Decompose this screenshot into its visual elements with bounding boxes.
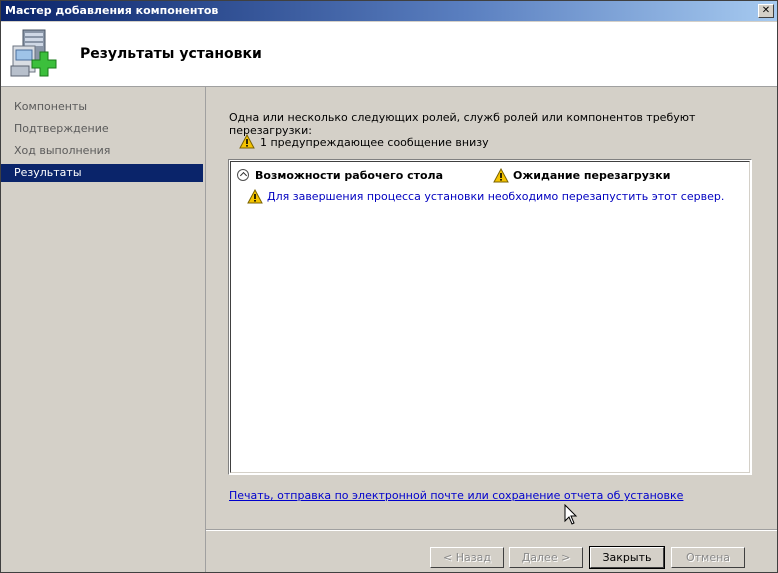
next-button[interactable]: Далее > [509,547,583,568]
sidebar-item-components[interactable]: Компоненты [1,98,203,116]
report-link[interactable]: Печать, отправка по электронной почте ил… [229,489,683,502]
component-name: Возможности рабочего стола [255,169,444,182]
wizard-content: Одна или несколько следующих ролей, служ… [206,87,777,572]
back-button[interactable]: < Назад [430,547,504,568]
close-button[interactable]: Закрыть [589,546,665,569]
page-title: Результаты установки [80,46,262,62]
wizard-steps-sidebar: Компоненты Подтверждение Ход выполнения … [1,87,206,572]
collapse-icon[interactable] [237,169,249,181]
mouse-cursor-icon [564,504,578,525]
wizard-header: Результаты установки [1,22,777,87]
result-detail: Для завершения процесса установки необхо… [247,189,737,206]
wizard-window: Мастер добавления компонентов ✕ Результа… [0,0,778,573]
button-separator [206,529,777,531]
title-bar[interactable]: Мастер добавления компонентов ✕ [1,1,777,21]
sidebar-item-progress[interactable]: Ход выполнения [1,142,203,160]
sidebar-item-confirmation[interactable]: Подтверждение [1,120,203,138]
warning-icon [247,189,263,204]
results-list[interactable]: Возможности рабочего стола Ожидание пере… [228,159,752,475]
warning-summary-text: 1 предупреждающее сообщение внизу [260,136,489,149]
window-title: Мастер добавления компонентов [5,4,219,17]
cancel-button[interactable]: Отмена [671,547,745,568]
close-window-button[interactable]: ✕ [758,4,774,18]
warning-icon [239,134,255,149]
sidebar-item-results[interactable]: Результаты [1,164,203,182]
server-add-icon [10,29,57,77]
status-text: Ожидание перезагрузки [513,169,671,182]
intro-text: Одна или несколько следующих ролей, служ… [229,111,696,137]
warning-icon [493,168,509,183]
detail-message: Для завершения процесса установки необхо… [267,190,725,203]
result-row: Возможности рабочего стола Ожидание пере… [237,168,747,185]
